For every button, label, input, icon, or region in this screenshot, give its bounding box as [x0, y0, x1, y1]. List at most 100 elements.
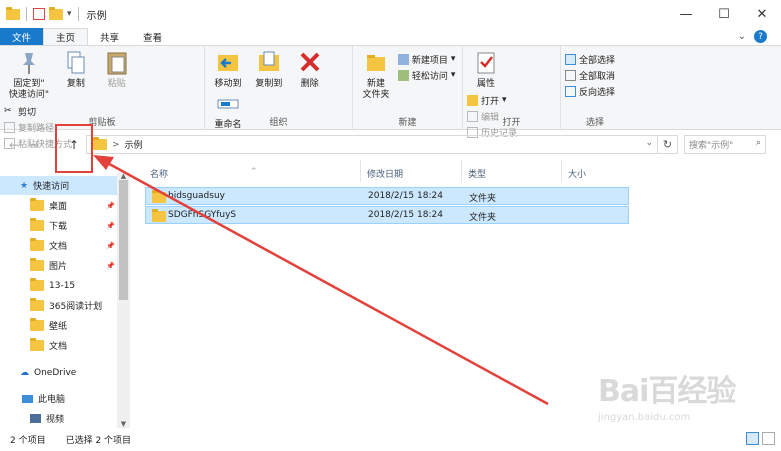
column-name[interactable]: 名称 — [150, 167, 168, 180]
nav-onedrive[interactable]: ☁ OneDrive — [0, 363, 76, 382]
watermark: Bai百经验 jingyan.baidu.com — [598, 366, 736, 423]
watermark-url: jingyan.baidu.com — [598, 412, 691, 423]
column-size[interactable]: 大小 — [568, 167, 586, 180]
ribbon-tabs: 文件 主页 共享 查看 ⌄ ? — [0, 28, 781, 46]
select-all-button[interactable]: 全部选择 — [565, 51, 625, 67]
address-bar[interactable]: > 示例 ⌄ ↻ — [86, 135, 678, 154]
details-view-button[interactable] — [746, 432, 759, 445]
address-dropdown-icon[interactable]: ⌄ — [645, 138, 653, 148]
forward-arrow-icon[interactable]: → — [24, 138, 44, 152]
file-row[interactable]: SDGFhSGYfuyS 2018/2/15 18:24 文件夹 — [145, 206, 629, 224]
move-to-button[interactable]: 移动到 — [211, 49, 245, 90]
folder-icon — [30, 298, 44, 311]
nav-pane-scrollbar[interactable]: ▲ ▼ — [117, 172, 130, 428]
large-icons-view-button[interactable] — [762, 432, 775, 445]
nav-item-label: 桌面 — [49, 202, 68, 212]
pin-label-line2: 快速访问" — [8, 90, 50, 100]
pin-to-quick-access-button[interactable]: 固定到" 快速访问" — [6, 49, 52, 101]
ribbon-controls: ⌄ ? — [738, 28, 781, 45]
tab-view[interactable]: 查看 — [131, 28, 174, 45]
nav-item[interactable]: 13-15 — [0, 276, 75, 295]
new-item-button[interactable]: 新建项目 ▾ — [397, 51, 455, 67]
copy-button[interactable]: 复制 — [59, 49, 93, 90]
nav-item[interactable]: 下载 📌 — [0, 216, 115, 235]
file-name: SDGFhSGYfuyS — [168, 210, 237, 220]
nav-this-pc[interactable]: 此电脑 — [0, 389, 65, 408]
maximize-button[interactable]: ☐ — [705, 0, 743, 28]
invert-selection-button[interactable]: 反向选择 — [565, 83, 625, 99]
properties-label: 属性 — [476, 79, 495, 89]
new-small-buttons: 新建项目 ▾ 轻松访问 ▾ — [397, 49, 455, 83]
nav-videos[interactable]: 视频 — [0, 409, 64, 428]
properties-check-icon[interactable] — [33, 8, 45, 20]
column-divider[interactable] — [561, 160, 562, 182]
scrollbar-thumb[interactable] — [119, 180, 128, 300]
tab-file[interactable]: 文件 — [0, 28, 44, 45]
back-arrow-icon[interactable]: ← — [4, 138, 24, 152]
nav-item[interactable]: 文档 — [0, 336, 67, 355]
new-folder-icon — [363, 49, 389, 77]
close-button[interactable]: ✕ — [743, 0, 781, 28]
pin-icon[interactable]: 📌 — [106, 242, 115, 250]
quick-access-dropdown[interactable]: ▾ — [67, 9, 72, 19]
new-folder-button[interactable]: 新建 文件夹 — [359, 49, 393, 101]
window-title: 示例 — [86, 10, 107, 22]
scroll-up-icon[interactable]: ▲ — [117, 172, 130, 180]
status-bar: 2 个项目 已选择 2 个项目 — [0, 428, 781, 451]
nav-item[interactable]: 365阅读计划 — [0, 296, 102, 315]
help-icon[interactable]: ? — [754, 30, 767, 43]
nav-item-label: 365阅读计划 — [49, 302, 103, 312]
minimize-button[interactable]: — — [667, 0, 705, 28]
tab-home[interactable]: 主页 — [43, 28, 89, 45]
properties-button[interactable]: 属性 — [469, 49, 503, 90]
quick-access-toolbar: ▾ — [0, 6, 81, 21]
nav-item[interactable]: 文档 📌 — [0, 236, 115, 255]
title-bar: ▾ 示例 — ☐ ✕ — [0, 0, 781, 28]
nav-item[interactable]: 桌面 📌 — [0, 196, 115, 215]
selected-count: 已选择 2 个项目 — [65, 436, 132, 446]
pin-icon[interactable]: 📌 — [106, 202, 115, 210]
invert-selection-icon — [565, 85, 576, 97]
column-divider[interactable] — [461, 160, 462, 182]
video-folder-icon — [30, 414, 41, 423]
file-row[interactable]: bidsguadsuy 2018/2/15 18:24 文件夹 — [145, 187, 629, 205]
copy-to-button[interactable]: 复制到 — [252, 49, 286, 90]
pin-icon[interactable]: 📌 — [106, 222, 115, 230]
navigation-bar: ← → ⌄ ↑ > 示例 ⌄ ↻ 搜索"示例" ⌕ — [0, 130, 781, 160]
easy-access-button[interactable]: 轻松访问 ▾ — [397, 67, 455, 83]
watermark-brand: Bai百经验 — [598, 374, 736, 409]
breadcrumb[interactable]: 示例 — [125, 138, 143, 151]
select-none-button[interactable]: 全部取消 — [565, 67, 625, 83]
column-divider[interactable] — [360, 160, 361, 182]
folder-icon — [30, 198, 44, 211]
refresh-icon[interactable]: ↻ — [657, 136, 677, 153]
pin-icon[interactable]: 📌 — [106, 262, 115, 270]
chevron-down-icon[interactable]: ⌄ — [738, 31, 746, 42]
column-type[interactable]: 类型 — [468, 167, 486, 180]
paste-button[interactable]: 粘贴 — [100, 49, 134, 90]
nav-item-label: 壁纸 — [49, 322, 68, 332]
column-modified[interactable]: 修改日期 — [367, 167, 403, 180]
ribbon: 固定到" 快速访问" 复制 粘贴 ✂ 剪切 复制路径 粘贴快捷方式 剪贴板 移动… — [0, 46, 781, 150]
select-all-icon — [565, 53, 576, 65]
easy-access-icon — [397, 69, 409, 81]
nav-item-label: 下载 — [49, 222, 68, 232]
scroll-down-icon[interactable]: ▼ — [117, 420, 130, 428]
tab-share[interactable]: 共享 — [88, 28, 131, 45]
nav-item[interactable]: 图片 📌 — [0, 256, 115, 275]
delete-button[interactable]: 删除 — [293, 49, 327, 90]
nav-videos-label: 视频 — [46, 415, 65, 425]
invert-selection-label: 反向选择 — [579, 87, 616, 98]
nav-quick-access[interactable]: ★ 快速访问 — [0, 176, 117, 195]
copy-label: 复制 — [66, 79, 85, 89]
select-all-label: 全部选择 — [579, 55, 616, 66]
nav-item[interactable]: 壁纸 — [0, 316, 67, 335]
search-input[interactable]: 搜索"示例" ⌕ — [684, 135, 766, 154]
open-button[interactable]: 打开 ▾ — [467, 92, 517, 108]
folder-icon — [30, 258, 44, 271]
new-folder-icon[interactable] — [49, 6, 63, 20]
nav-item-label: 13-15 — [49, 280, 76, 291]
folder-icon — [152, 190, 166, 203]
computer-icon — [22, 394, 33, 403]
pin-label-line1: 固定到" — [13, 79, 45, 89]
